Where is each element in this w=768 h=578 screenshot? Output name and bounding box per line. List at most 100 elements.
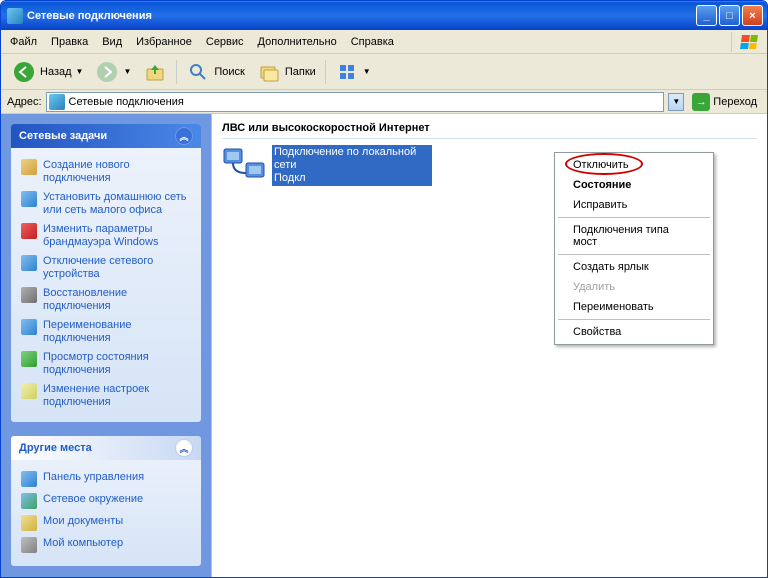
panel-title: Другие места xyxy=(19,442,92,454)
go-label: Переход xyxy=(713,96,757,108)
content-area: Сетевые задачи ︽ Создание нового подключен… xyxy=(1,114,767,577)
context-item-10[interactable]: Свойства xyxy=(557,322,711,342)
views-icon xyxy=(335,60,359,84)
address-input[interactable]: Сетевые подключения xyxy=(46,92,665,112)
address-icon xyxy=(49,94,65,110)
titlebar: Сетевые подключения _ □ × xyxy=(1,1,767,30)
chevron-down-icon: ▼ xyxy=(123,67,131,76)
netplaces-icon xyxy=(21,493,37,509)
panel-header[interactable]: Другие места ︽ xyxy=(11,436,201,460)
menu-help[interactable]: Справка xyxy=(344,33,401,51)
task-link-cpanel[interactable]: Панель управления xyxy=(21,468,191,490)
titlebar-buttons: _ □ × xyxy=(696,5,763,26)
disable-icon xyxy=(21,255,37,271)
task-link-disable[interactable]: Отключение сетевого устройства xyxy=(21,252,191,284)
folders-label: Папки xyxy=(285,66,316,78)
context-item-7: Удалить xyxy=(557,277,711,297)
menu-view[interactable]: Вид xyxy=(95,33,129,51)
folders-icon xyxy=(257,60,281,84)
task-link-status[interactable]: Просмотр состояния подключения xyxy=(21,348,191,380)
panel-body: Панель управления Сетевое окружение Мои до… xyxy=(11,460,201,566)
task-link-label: Установить домашнюю сеть или сеть малого… xyxy=(43,191,191,217)
task-link-netplaces[interactable]: Сетевое окружение xyxy=(21,490,191,512)
back-button[interactable]: Назад ▼ xyxy=(7,57,88,87)
mydocs-icon xyxy=(21,515,37,531)
connection-item[interactable]: Подключение по локальной сети Подкл xyxy=(222,145,432,189)
search-icon xyxy=(186,60,210,84)
firewall-icon xyxy=(21,223,37,239)
task-link-label: Мой компьютер xyxy=(43,537,123,550)
rename-icon xyxy=(21,319,37,335)
context-item-2[interactable]: Исправить xyxy=(557,195,711,215)
context-separator xyxy=(558,217,710,218)
up-button[interactable] xyxy=(138,57,172,87)
menubar: Файл Правка Вид Избранное Сервис Дополни… xyxy=(1,30,767,54)
task-link-rename[interactable]: Переименование подключения xyxy=(21,316,191,348)
repair-icon xyxy=(21,287,37,303)
context-separator xyxy=(558,319,710,320)
maximize-button[interactable]: □ xyxy=(719,5,740,26)
annotation-highlight xyxy=(565,153,643,175)
menu-favorites[interactable]: Избранное xyxy=(129,33,199,51)
folder-up-icon xyxy=(143,60,167,84)
minimize-button[interactable]: _ xyxy=(696,5,717,26)
task-link-new-conn[interactable]: Создание нового подключения xyxy=(21,156,191,188)
forward-icon xyxy=(95,60,119,84)
task-link-mydocs[interactable]: Мои документы xyxy=(21,512,191,534)
context-item-1[interactable]: Состояние xyxy=(557,175,711,195)
toolbar: Назад ▼ ▼ Поиск Папки ▼ xyxy=(1,54,767,90)
new-conn-icon xyxy=(21,159,37,175)
task-link-label: Мои документы xyxy=(43,515,123,528)
menu-advanced[interactable]: Дополнительно xyxy=(251,33,344,51)
task-link-repair[interactable]: Восстановление подключения xyxy=(21,284,191,316)
status-icon xyxy=(21,351,37,367)
back-icon xyxy=(12,60,36,84)
go-button[interactable]: → Переход xyxy=(688,91,761,113)
task-link-mycomp[interactable]: Мой компьютер xyxy=(21,534,191,556)
context-item-8[interactable]: Переименовать xyxy=(557,297,711,317)
menu-file[interactable]: Файл xyxy=(3,33,44,51)
panel-title: Сетевые задачи xyxy=(19,130,107,142)
forward-button[interactable]: ▼ xyxy=(90,57,136,87)
collapse-icon[interactable]: ︽ xyxy=(175,439,193,457)
chevron-down-icon: ▼ xyxy=(76,67,84,76)
address-label: Адрес: xyxy=(7,96,42,108)
titlebar-app-icon xyxy=(7,8,23,24)
window: Сетевые подключения _ □ × Файл Правка Ви… xyxy=(0,0,768,578)
separator xyxy=(325,60,326,84)
home-net-icon xyxy=(21,191,37,207)
context-separator xyxy=(558,254,710,255)
panel-body: Создание нового подключения Установить до… xyxy=(11,148,201,422)
close-button[interactable]: × xyxy=(742,5,763,26)
settings-icon xyxy=(21,383,37,399)
main-pane: ЛВС или высокоскоростной Интернет Подклю… xyxy=(211,114,767,577)
task-link-label: Сетевое окружение xyxy=(43,493,143,506)
task-link-label: Восстановление подключения xyxy=(43,287,191,313)
context-item-4[interactable]: Подключения типа мост xyxy=(557,220,711,252)
task-link-label: Изменить параметры брандмауэра Windows xyxy=(43,223,191,249)
views-button[interactable]: ▼ xyxy=(330,57,376,87)
context-item-6[interactable]: Создать ярлык xyxy=(557,257,711,277)
context-menu: ОтключитьСостояниеИсправить Подключения т… xyxy=(554,152,714,345)
network-connection-icon xyxy=(222,145,266,189)
task-link-label: Отключение сетевого устройства xyxy=(43,255,191,281)
address-bar: Адрес: Сетевые подключения ▼ → Переход xyxy=(1,90,767,114)
mycomp-icon xyxy=(21,537,37,553)
task-link-home-net[interactable]: Установить домашнюю сеть или сеть малого… xyxy=(21,188,191,220)
address-dropdown[interactable]: ▼ xyxy=(668,93,684,111)
context-item-0[interactable]: Отключить xyxy=(557,155,711,175)
sidebar-panel: Другие места ︽ Панель управления Сетевое ок… xyxy=(11,436,201,566)
menu-edit[interactable]: Правка xyxy=(44,33,95,51)
menu-tools[interactable]: Сервис xyxy=(199,33,251,51)
task-link-label: Просмотр состояния подключения xyxy=(43,351,191,377)
section-header: ЛВС или высокоскоростной Интернет xyxy=(222,120,757,139)
search-button[interactable]: Поиск xyxy=(181,57,249,87)
separator xyxy=(176,60,177,84)
folders-button[interactable]: Папки xyxy=(252,57,321,87)
task-link-firewall[interactable]: Изменить параметры брандмауэра Windows xyxy=(21,220,191,252)
task-link-settings[interactable]: Изменение настроек подключения xyxy=(21,380,191,412)
back-label: Назад xyxy=(40,66,72,78)
collapse-icon[interactable]: ︽ xyxy=(175,127,193,145)
chevron-down-icon: ▼ xyxy=(363,67,371,76)
panel-header[interactable]: Сетевые задачи ︽ xyxy=(11,124,201,148)
